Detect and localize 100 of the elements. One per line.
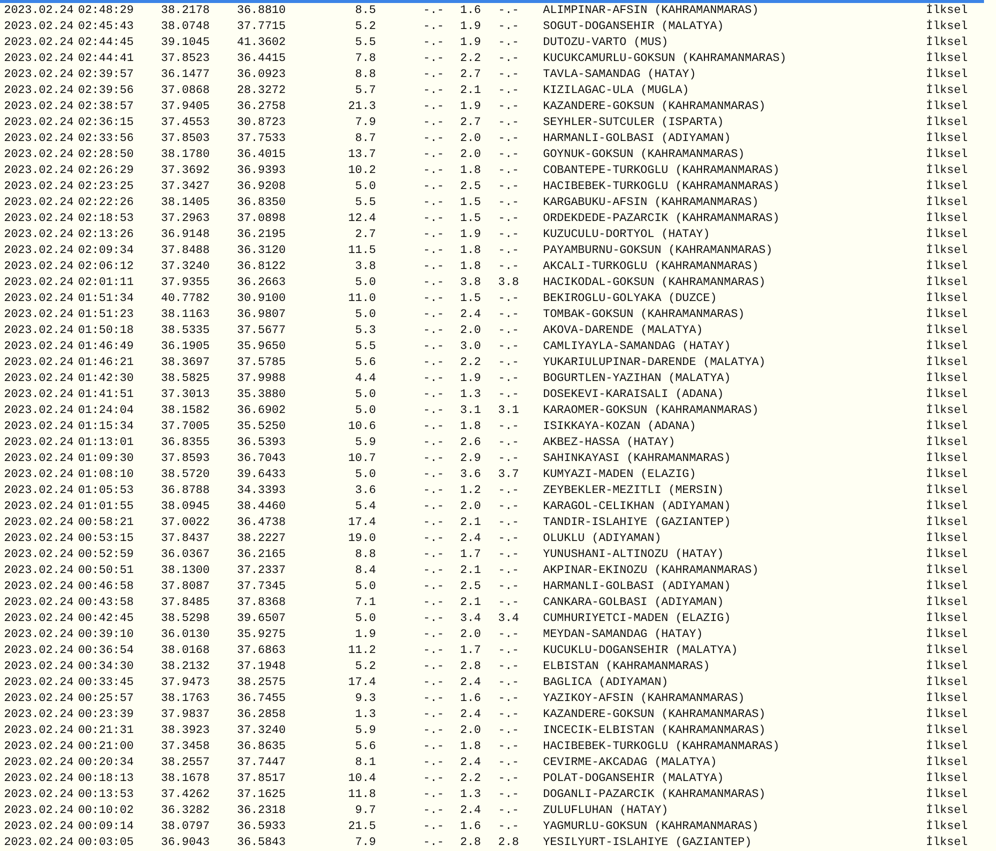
table-cell-text: 02:06:12 [78, 259, 135, 275]
table-cell-text: 2023.02.24 [3, 147, 75, 163]
table-cell-text: 2.4 [459, 803, 481, 819]
table-cell-text: 37.7533 [237, 131, 287, 147]
table-cell-text: 36.7455 [237, 691, 287, 707]
table-cell-text: 01:09:30 [78, 451, 135, 467]
table-cell-text: 37.0868 [161, 83, 211, 99]
table-cell-text: 3.0 [459, 339, 481, 355]
table-cell-text: 00:25:57 [78, 691, 135, 707]
table-cell-text: 4.4 [354, 371, 376, 387]
table-cell-text: -.- [422, 67, 444, 83]
table-cell-text: 2023.02.24 [3, 435, 75, 451]
table-cell-text: -.- [422, 259, 444, 275]
table-cell-text: -.- [497, 819, 519, 835]
table-cell-text: 2023.02.24 [3, 451, 75, 467]
table-cell-text: İlksel [926, 419, 969, 435]
table-cell-text: 5.0 [354, 579, 376, 595]
table-cell-text: 36.8355 [161, 435, 211, 451]
table-cell-text: 2.9 [459, 451, 481, 467]
table-cell-text: HARMANLI-GOLBASI (ADIYAMAN) [542, 579, 732, 595]
table-cell-text: 2023.02.24 [3, 739, 75, 755]
table-cell-text: 2.4 [459, 307, 481, 323]
table-cell-text: GOYNUK-GOKSUN (KAHRAMANMARAS) [542, 147, 746, 163]
table-cell-text: 2023.02.24 [3, 627, 75, 643]
table-cell-text: 38.5825 [161, 371, 211, 387]
table-cell-text: -.- [422, 627, 444, 643]
table-cell-text: 2023.02.24 [3, 259, 75, 275]
table-cell-text: 1.3 [459, 387, 481, 403]
table-cell-text: İlksel [926, 291, 969, 307]
table-cell-text: İlksel [926, 467, 969, 483]
table-cell-text: 5.0 [354, 403, 376, 419]
table-cell-text: -.- [497, 67, 519, 83]
table-cell-text: CANKARA-GOLBASI (ADIYAMAN) [542, 595, 725, 611]
table-cell-text: -.- [422, 803, 444, 819]
table-cell-text: İlksel [926, 243, 969, 259]
table-cell-text: 2023.02.24 [3, 499, 75, 515]
table-cell-text: 3.8 [459, 275, 481, 291]
table-cell-text: -.- [497, 195, 519, 211]
table-cell-text: 36.4415 [237, 51, 287, 67]
table-cell-text: 1.7 [459, 547, 481, 563]
table-cell-text: 38.1300 [161, 563, 211, 579]
table-cell-text: OLUKLU (ADIYAMAN) [542, 531, 662, 547]
table-cell-text: 36.8350 [237, 195, 287, 211]
table-cell-text: -.- [497, 179, 519, 195]
table-cell-text: 37.8503 [161, 131, 211, 147]
table-cell-text: 40.7782 [161, 291, 211, 307]
table-cell-text: 01:15:34 [78, 419, 135, 435]
table-cell-text: 1.2 [459, 483, 481, 499]
table-cell-text: 2023.02.24 [3, 675, 75, 691]
table-cell-text: 36.8788 [161, 483, 211, 499]
table-cell-text: 2023.02.24 [3, 803, 75, 819]
table-cell-text: 37.8368 [237, 595, 287, 611]
table-cell-text: -.- [422, 467, 444, 483]
table-cell-text: 39.6507 [237, 611, 287, 627]
table-cell-text: 1.6 [459, 3, 481, 19]
table-cell-text: -.- [497, 19, 519, 35]
table-cell-text: 37.7345 [237, 579, 287, 595]
table-cell-text: -.- [422, 387, 444, 403]
table-cell-text: DOSEKEVI-KARAISALI (ADANA) [542, 387, 725, 403]
table-cell-text: 3.1 [497, 403, 519, 419]
table-cell-text: 36.2195 [237, 227, 287, 243]
table-cell-text: 2.0 [459, 723, 481, 739]
table-cell-text: İlksel [926, 435, 969, 451]
table-cell-text: 36.5393 [237, 435, 287, 451]
table-cell-text: AKPINAR-EKINOZU (KAHRAMANMARAS) [542, 563, 760, 579]
table-cell-text: 37.1625 [237, 787, 287, 803]
table-cell-text: 5.3 [354, 323, 376, 339]
table-cell-text: BOGURTLEN-YAZIHAN (MALATYA) [542, 371, 732, 387]
table-cell-text: -.- [422, 675, 444, 691]
table-cell-text: -.- [422, 355, 444, 371]
table-cell-text: 11.5 [347, 243, 376, 259]
table-cell-text: 1.3 [459, 787, 481, 803]
table-cell-text: 36.2758 [237, 99, 287, 115]
table-cell-text: -.- [422, 115, 444, 131]
table-cell-text: 36.6902 [237, 403, 287, 419]
table-cell-text: İlksel [926, 451, 969, 467]
table-cell-text: 36.0367 [161, 547, 211, 563]
table-cell-text: 37.9837 [161, 707, 211, 723]
table-cell-text: 2023.02.24 [3, 3, 75, 19]
table-cell-text: 00:46:58 [78, 579, 135, 595]
table-cell-text: -.- [422, 739, 444, 755]
table-cell-text: İlksel [926, 819, 969, 835]
table-cell-text: -.- [422, 307, 444, 323]
table-cell-text: 30.9100 [237, 291, 287, 307]
table-cell-text: 2023.02.24 [3, 339, 75, 355]
table-cell-text: İlksel [926, 755, 969, 771]
table-cell-text: 00:53:15 [78, 531, 135, 547]
table-cell-text: -.- [422, 3, 444, 19]
table-cell-text: -.- [497, 211, 519, 227]
table-cell-text: -.- [497, 387, 519, 403]
table-cell-text: 37.8437 [161, 531, 211, 547]
table-cell-text: -.- [497, 803, 519, 819]
table-cell-text: 37.3013 [161, 387, 211, 403]
table-cell-text: 2.4 [459, 707, 481, 723]
table-cell-text: -.- [497, 499, 519, 515]
table-cell-text: 39.6433 [237, 467, 287, 483]
table-cell-text: 2023.02.24 [3, 99, 75, 115]
table-cell-text: -.- [422, 179, 444, 195]
table-cell-text: İlksel [926, 131, 969, 147]
table-cell-text: İlksel [926, 307, 969, 323]
